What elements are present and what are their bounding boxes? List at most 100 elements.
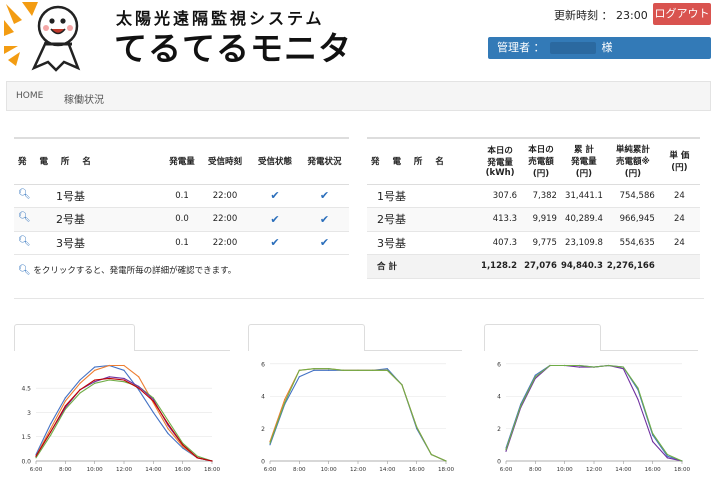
plant-name: 2号基 [377, 213, 406, 227]
y-tick-label: 0 [497, 459, 501, 466]
x-tick-label: 14:00 [145, 467, 162, 473]
sales-value: 9,919 [532, 214, 557, 225]
admin-prefix: 管理者 ： [497, 41, 545, 54]
total-label: 合 計 [377, 262, 397, 273]
col-label: 単純累計 [615, 145, 650, 156]
data-point [211, 460, 213, 462]
data-point [386, 369, 388, 371]
status-table: 発 電 所 名 発電量 受信時刻 受信状態 発電状況 🔍︎ 1号基 0.1 22… [14, 137, 349, 255]
table-header-row: 発 電 所 名 発電量 受信時刻 受信状態 発電状況 [14, 138, 349, 184]
col-label: 発電量 [571, 157, 597, 168]
data-point [123, 369, 125, 371]
unit-price-value: 24 [673, 190, 685, 201]
chart-tab-3[interactable] [484, 324, 601, 351]
data-point [298, 369, 300, 371]
data-point [284, 402, 286, 404]
data-point [123, 381, 125, 383]
col-simple-cumulative: 単純累計 売電額※ (円) [607, 138, 659, 184]
zoom-icon[interactable]: 🔍︎ [18, 189, 31, 200]
data-point [79, 389, 81, 391]
table-row: 2号基 413.3 9,919 40,289.4 966,945 24 [367, 207, 700, 231]
data-point [357, 369, 359, 371]
data-point [328, 369, 330, 371]
data-point [652, 432, 654, 435]
data-point [269, 442, 271, 444]
x-tick-label: 16:00 [409, 467, 426, 473]
total-unit-price [659, 255, 700, 279]
data-point [313, 368, 315, 370]
data-point [79, 382, 81, 384]
chart-plant-1: 0.0 1.5 3 4.5 6:00 8:00 10:00 12:00 14:00 16:00 18… [21, 364, 220, 473]
x-tick-label: 8:00 [529, 467, 542, 473]
data-point [123, 364, 125, 367]
col-label: 累 計 [573, 145, 594, 156]
data-point [328, 368, 330, 370]
col-label: 発電量 [487, 158, 513, 169]
data-point [123, 379, 125, 381]
data-point [108, 364, 110, 367]
data-point [64, 405, 66, 407]
table-row: 🔍︎ 2号基 0.0 22:00 ✔ ✔ [14, 207, 349, 231]
detail-note: 🔍︎ をクリックすると、発電所毎の詳細が確認できます。 [18, 264, 236, 276]
gen-value: 413.3 [492, 214, 518, 225]
check-icon: ✔ [270, 236, 280, 250]
col-label: (円) [671, 163, 688, 174]
data-point [138, 389, 140, 391]
x-tick-label: 12:00 [350, 467, 367, 473]
check-icon: ✔ [319, 212, 330, 226]
table-row: 1号基 307.6 7,382 31,441.1 754,586 24 [367, 184, 700, 208]
plant-cell: 🔍︎ 3号基 [14, 231, 164, 255]
col-plant-name: 発 電 所 名 [371, 157, 449, 168]
chart-tab-1[interactable] [14, 324, 135, 351]
data-point [372, 369, 374, 371]
time-value: 22:00 [212, 190, 238, 201]
col-gen-status: 発電状況 [307, 157, 342, 168]
data-point [35, 457, 37, 459]
data-point [108, 379, 110, 381]
app-logo[interactable]: 太陽光遠隔監視システム てるてるモニタ [4, 2, 354, 72]
zoom-icon[interactable]: 🔍︎ [18, 236, 31, 247]
x-tick-label: 10:00 [87, 467, 104, 473]
data-point [138, 387, 140, 389]
y-tick-label: 1.5 [21, 434, 31, 441]
admin-bar: 管理者 ： 様 [488, 37, 711, 59]
data-point [167, 423, 169, 425]
data-point [342, 369, 344, 371]
x-tick-label: 12:00 [116, 467, 133, 473]
y-tick-label: 4.5 [21, 386, 31, 393]
y-tick-label: 3 [27, 410, 31, 417]
x-tick-label: 8:00 [59, 467, 72, 473]
cumulative-value: 40,289.4 [565, 214, 603, 225]
data-point [505, 450, 507, 452]
data-point [64, 397, 66, 399]
data-point [108, 377, 110, 380]
data-point [196, 457, 198, 459]
data-point [564, 364, 566, 367]
x-tick-label: 16:00 [175, 467, 192, 473]
data-point [534, 376, 536, 378]
cumulative-value: 31,441.1 [565, 190, 603, 201]
app-title: てるてるモニタ [114, 29, 352, 68]
admin-name-redacted [550, 42, 596, 54]
series-line [269, 368, 447, 462]
sales-value: 7,382 [532, 190, 557, 201]
data-point [666, 457, 668, 459]
table-row: 3号基 407.3 9,775 23,109.8 554,635 24 [367, 231, 700, 255]
zoom-icon[interactable]: 🔍︎ [18, 212, 31, 223]
plant-name: 2号基 [56, 213, 85, 227]
col-label: 売電額 [528, 157, 554, 168]
data-point [386, 368, 388, 370]
data-point [608, 364, 610, 367]
x-tick-label: 10:00 [557, 467, 574, 473]
logout-button[interactable]: ログアウト [653, 3, 711, 25]
breadcrumb-home[interactable]: HOME [16, 91, 43, 101]
admin-suffix: 様 [601, 41, 613, 54]
data-point [152, 411, 154, 414]
chart-tab-2[interactable] [248, 324, 365, 351]
data-point [534, 374, 536, 376]
data-point [94, 369, 96, 371]
col-plant-name: 発 電 所 名 [18, 157, 96, 168]
plant-name: 3号基 [377, 236, 406, 250]
data-point [50, 434, 52, 436]
total-gen: 1,128.2 [481, 261, 518, 272]
